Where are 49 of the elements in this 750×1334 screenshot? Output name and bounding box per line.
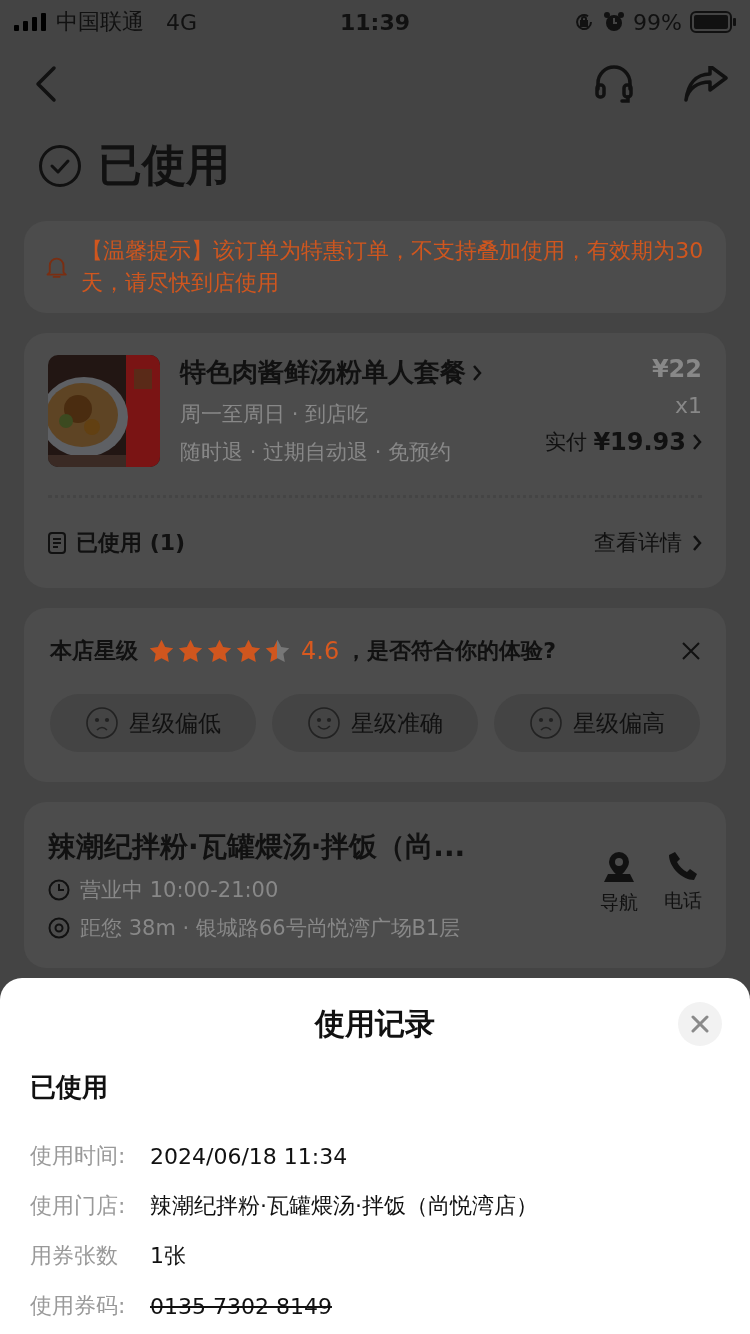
usage-status: 已使用 — [30, 1071, 108, 1104]
field-value: 辣潮纪拌粉·瓦罐煨汤·拌饭（尚悦湾店） — [150, 1192, 538, 1220]
frowning-face-icon — [529, 706, 563, 740]
rating-score: 4.6 — [301, 637, 340, 665]
field-label: 使用门店: — [30, 1192, 126, 1220]
map-pin-icon — [602, 850, 636, 884]
paid-label: 实付 — [545, 429, 588, 456]
shop-name: 辣潮纪拌粉·瓦罐煨汤·拌饭（尚... — [48, 829, 466, 865]
document-icon — [48, 532, 66, 554]
quantity: x1 — [674, 393, 702, 418]
alarm-icon — [603, 11, 626, 33]
battery-icon — [690, 11, 736, 33]
field-label: 使用时间: — [30, 1142, 126, 1170]
chevron-right-icon[interactable] — [692, 534, 702, 552]
shop-address: 距您 38m · 银城路66号尚悦湾广场B1层 — [80, 915, 461, 942]
clock-icon — [48, 879, 70, 901]
close-icon — [690, 1014, 710, 1034]
close-button[interactable] — [678, 1002, 722, 1046]
smiley-face-icon — [307, 706, 341, 740]
rating-question: ，是否符合你的体验? — [345, 637, 556, 665]
original-price: ¥22 — [651, 355, 702, 383]
check-circle-icon — [38, 143, 82, 188]
close-icon[interactable] — [682, 642, 700, 660]
sheet-title: 使用记录 — [315, 1004, 435, 1043]
frowning-face-icon — [85, 706, 119, 740]
product-name[interactable]: 特色肉酱鲜汤粉单人套餐 — [180, 355, 466, 390]
usage-count: 已使用 (1) — [76, 529, 186, 557]
shop-action-button[interactable]: 电话 — [664, 850, 702, 924]
back-icon[interactable] — [34, 64, 58, 104]
location-icon — [48, 917, 70, 939]
signal-icon — [14, 13, 48, 31]
chevron-right-icon — [472, 363, 482, 382]
field-value: 0135 7302 8149 — [150, 1293, 332, 1319]
product-schedule: 周一至周日 · 到店吃 — [180, 401, 370, 428]
shop-action-button[interactable]: 导航 — [600, 850, 638, 924]
field-value: 1张 — [150, 1242, 186, 1270]
field-label: 使用券码: — [30, 1292, 126, 1320]
share-icon[interactable] — [684, 66, 728, 102]
notice-text: 【温馨提示】该订单为特惠订单，不支持叠加使用，有效期为30天，请尽快到店使用 — [81, 237, 704, 297]
opening-hours: 营业中 10:00-21:00 — [80, 877, 279, 904]
rating-label: 本店星级 — [50, 637, 138, 665]
phone-icon — [667, 850, 699, 882]
chevron-right-icon[interactable] — [692, 433, 702, 451]
product-policy: 随时退 · 过期自动退 · 免预约 — [180, 439, 453, 466]
field-value: 2024/06/18 11:34 — [150, 1143, 348, 1169]
field-label: 用券张数 — [30, 1242, 119, 1270]
paid-amount: ¥19.93 — [593, 428, 686, 456]
headset-icon[interactable] — [594, 63, 634, 105]
view-details-link[interactable]: 查看详情 — [594, 528, 682, 558]
